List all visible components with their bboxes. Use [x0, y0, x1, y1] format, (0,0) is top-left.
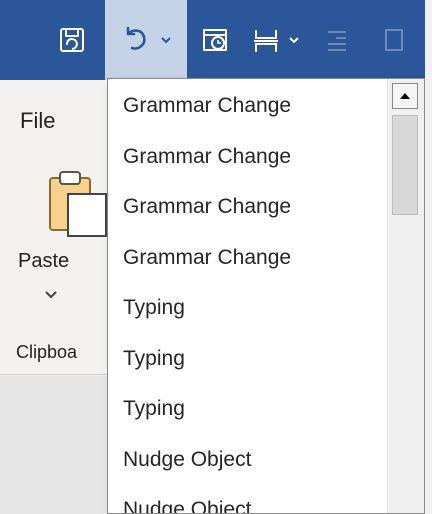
chevron-down-icon[interactable] [160, 35, 172, 45]
scroll-up-button[interactable] [392, 83, 418, 109]
paste-icon[interactable] [46, 168, 108, 243]
indent-button[interactable] [314, 0, 360, 80]
undo-history-item[interactable]: Typing [108, 384, 386, 435]
undo-history-item[interactable]: Typing [108, 334, 386, 385]
undo-icon [120, 24, 152, 56]
page-break-icon [252, 26, 280, 54]
autosave-button[interactable] [44, 0, 100, 80]
file-tab[interactable]: File [20, 108, 55, 134]
undo-history-item[interactable]: Grammar Change [108, 182, 386, 233]
copy-button[interactable] [372, 0, 412, 80]
undo-history-item[interactable]: Grammar Change [108, 81, 386, 132]
indent-icon [324, 27, 350, 53]
page-break-button[interactable] [244, 0, 308, 80]
divider [0, 374, 108, 375]
quick-access-toolbar [0, 0, 432, 80]
document-area [0, 376, 108, 514]
undo-button[interactable] [105, 0, 187, 80]
undo-history-dropdown: Grammar Change Grammar Change Grammar Ch… [107, 78, 425, 514]
new-appointment-button[interactable] [192, 0, 238, 80]
clipboard-group-label: Clipboa [16, 342, 78, 362]
window-edge [425, 0, 432, 514]
undo-history-item[interactable]: Typing [108, 283, 386, 334]
chevron-down-icon[interactable] [288, 35, 300, 45]
undo-history-item[interactable]: Grammar Change [108, 233, 386, 284]
scrollbar-thumb[interactable] [392, 115, 418, 215]
new-appointment-icon [201, 26, 229, 54]
autosave-icon [58, 26, 86, 54]
vertical-scrollbar[interactable] [387, 79, 424, 513]
undo-history-item[interactable]: Nudge Object [108, 435, 386, 486]
undo-history-item[interactable]: Nudge Object [108, 485, 386, 513]
chevron-down-icon[interactable] [44, 286, 58, 304]
triangle-up-icon [399, 87, 411, 105]
undo-history-list: Grammar Change Grammar Change Grammar Ch… [108, 79, 386, 513]
undo-history-item[interactable]: Grammar Change [108, 132, 386, 183]
copy-icon [380, 27, 404, 53]
paste-button-label[interactable]: Paste [18, 250, 69, 273]
